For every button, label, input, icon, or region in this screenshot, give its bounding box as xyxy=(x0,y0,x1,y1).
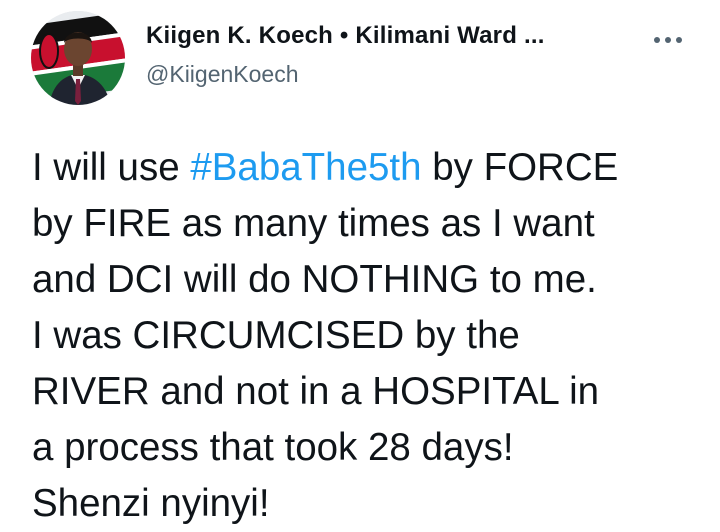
tweet-text-prefix: I will use xyxy=(32,146,191,189)
avatar[interactable] xyxy=(31,11,125,105)
tweet-card: Kiigen K. Koech • Kilimani Ward ... @Kii… xyxy=(0,0,720,528)
author-handle[interactable]: @KiigenKoech xyxy=(146,61,299,88)
tweet-text: I will use #BabaThe5th by FORCE by FIRE … xyxy=(32,140,712,532)
author-display-name[interactable]: Kiigen K. Koech • Kilimani Ward ... xyxy=(146,22,545,50)
more-horizontal-icon xyxy=(654,37,682,43)
hashtag-link[interactable]: #BabaThe5th xyxy=(190,146,421,189)
tweet-text-suffix: by FORCE by FIRE as many times as I want… xyxy=(32,146,619,525)
more-options-button[interactable] xyxy=(646,26,690,54)
kenyan-flag-avatar-icon xyxy=(31,11,125,105)
